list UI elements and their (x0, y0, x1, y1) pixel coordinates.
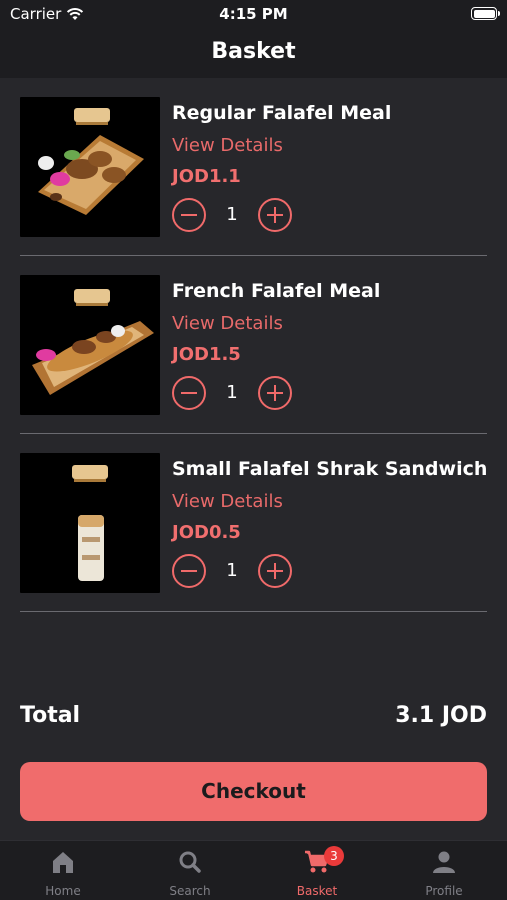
minus-icon (181, 569, 197, 572)
minus-icon (181, 213, 197, 216)
tab-bar: Home Search 3 Basket Profile (0, 840, 507, 900)
decrease-quantity-button[interactable] (172, 554, 206, 588)
quantity-value: 1 (226, 204, 238, 225)
basket-item: Regular Falafel Meal View Details JOD1.1… (20, 78, 487, 256)
item-name: Small Falafel Shrak Sandwich (172, 458, 488, 480)
quantity-stepper: 1 (172, 376, 294, 412)
decrease-quantity-button[interactable] (172, 376, 206, 410)
status-bar: Carrier 4:15 PM (0, 0, 507, 30)
total-row: Total 3.1 JOD (20, 703, 487, 735)
search-icon (179, 851, 201, 873)
person-icon (433, 851, 455, 873)
falafel-baguette-image (20, 275, 160, 415)
item-price: JOD1.1 (172, 166, 241, 187)
tab-search[interactable]: Search (127, 841, 253, 900)
view-details-link[interactable]: View Details (172, 313, 283, 334)
quantity-stepper: 1 (172, 198, 294, 234)
item-price: JOD0.5 (172, 522, 241, 543)
plus-icon-v (273, 385, 276, 401)
home-icon (53, 852, 73, 873)
tab-basket-label: Basket (296, 884, 338, 898)
item-name: Regular Falafel Meal (172, 102, 392, 124)
view-details-link[interactable]: View Details (172, 491, 283, 512)
plus-icon-v (273, 563, 276, 579)
quantity-value: 1 (226, 382, 238, 403)
tab-search-label: Search (169, 884, 211, 898)
tab-profile[interactable]: Profile (381, 841, 507, 900)
tab-basket[interactable]: 3 Basket (254, 841, 380, 900)
page-title: Basket (211, 39, 296, 64)
basket-item: French Falafel Meal View Details JOD1.5 … (20, 256, 487, 434)
minus-icon (181, 391, 197, 394)
cart-badge: 3 (324, 846, 344, 866)
decrease-quantity-button[interactable] (172, 198, 206, 232)
total-label: Total (20, 703, 81, 728)
navigation-bar: Basket (0, 30, 507, 78)
battery-icon (471, 7, 500, 20)
falafel-platter-image (20, 97, 160, 237)
checkout-button[interactable]: Checkout (20, 762, 487, 821)
total-value: 3.1 JOD (395, 703, 487, 728)
plus-icon-v (273, 207, 276, 223)
increase-quantity-button[interactable] (258, 376, 292, 410)
view-details-link[interactable]: View Details (172, 135, 283, 156)
increase-quantity-button[interactable] (258, 554, 292, 588)
increase-quantity-button[interactable] (258, 198, 292, 232)
wrap-sandwich-image (20, 453, 160, 593)
clock: 4:15 PM (219, 5, 288, 23)
quantity-value: 1 (226, 560, 238, 581)
tab-home-label: Home (45, 884, 81, 898)
basket-item: Small Falafel Shrak Sandwich View Detail… (20, 434, 487, 612)
item-price: JOD1.5 (172, 344, 241, 365)
item-name: French Falafel Meal (172, 280, 381, 302)
tab-profile-label: Profile (425, 884, 463, 898)
tab-home[interactable]: Home (0, 841, 126, 900)
quantity-stepper: 1 (172, 554, 294, 590)
